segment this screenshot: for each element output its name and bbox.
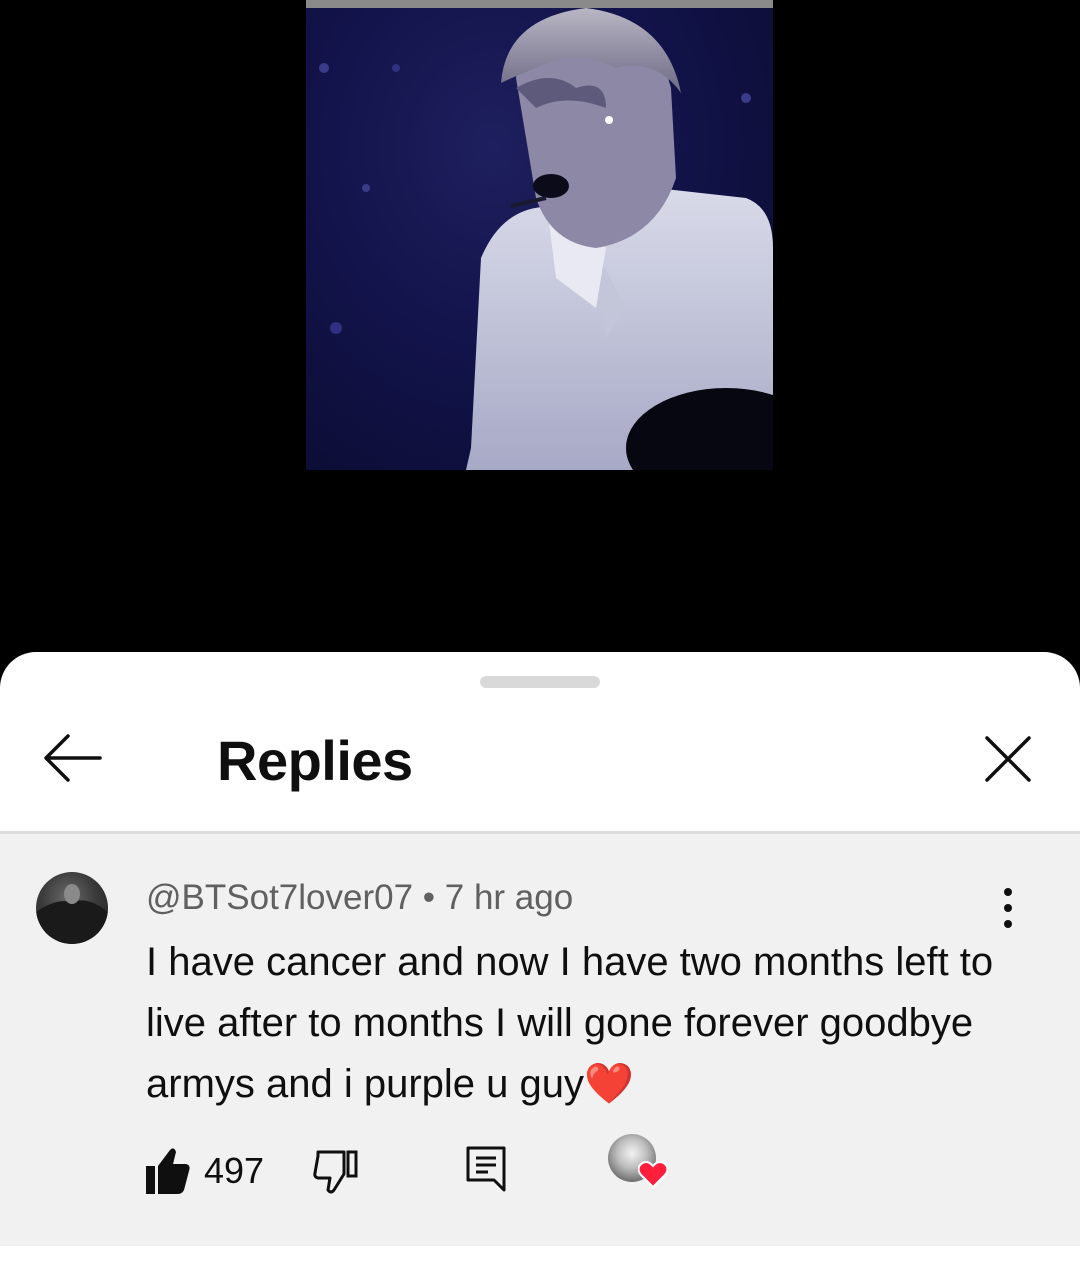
video-still-image [319, 8, 773, 470]
like-button[interactable] [144, 1146, 192, 1198]
video-frame[interactable] [306, 8, 773, 470]
like-count: 497 [204, 1150, 265, 1191]
comment-more-button[interactable] [990, 886, 1026, 930]
comment-time: 7 hr ago [444, 878, 574, 917]
highlighted-comment: @BTSot7lover07 • 7 hr ago I have cancer … [0, 834, 1080, 1246]
comment-author[interactable]: @BTSot7lover07 [146, 878, 413, 917]
arrow-left-icon [44, 734, 102, 782]
comment-text: I have cancer and now I have two months … [146, 932, 1026, 1115]
creator-heart-icon [638, 1160, 668, 1188]
back-button[interactable] [38, 728, 108, 788]
comment-body: I have cancer and now I have two months … [146, 940, 994, 1106]
video-player[interactable] [0, 0, 1080, 660]
comment-icon [466, 1146, 506, 1192]
avatar-image [36, 884, 108, 944]
thumb-down-outline-icon [313, 1150, 358, 1194]
more-vert-icon [1004, 888, 1012, 928]
thumb-up-filled-icon [146, 1148, 190, 1194]
comment-meta: @BTSot7lover07 • 7 hr ago [146, 878, 573, 918]
close-button[interactable] [978, 732, 1038, 788]
reply-button[interactable] [464, 1144, 508, 1196]
comment-actions: 497 [0, 1134, 1080, 1210]
creator-heart-badge [608, 1134, 672, 1198]
video-progress-bar[interactable] [306, 0, 773, 8]
drag-handle[interactable] [480, 676, 600, 688]
red-heart-emoji: ❤️ [584, 1062, 634, 1106]
replies-sheet: Replies @BTSot7lover07 • 7 hr ago I have… [0, 652, 1080, 1276]
meta-separator: • [413, 878, 445, 917]
close-icon [985, 736, 1031, 782]
author-avatar[interactable] [36, 872, 108, 944]
sheet-title: Replies [217, 729, 413, 792]
dislike-button[interactable] [312, 1146, 360, 1198]
